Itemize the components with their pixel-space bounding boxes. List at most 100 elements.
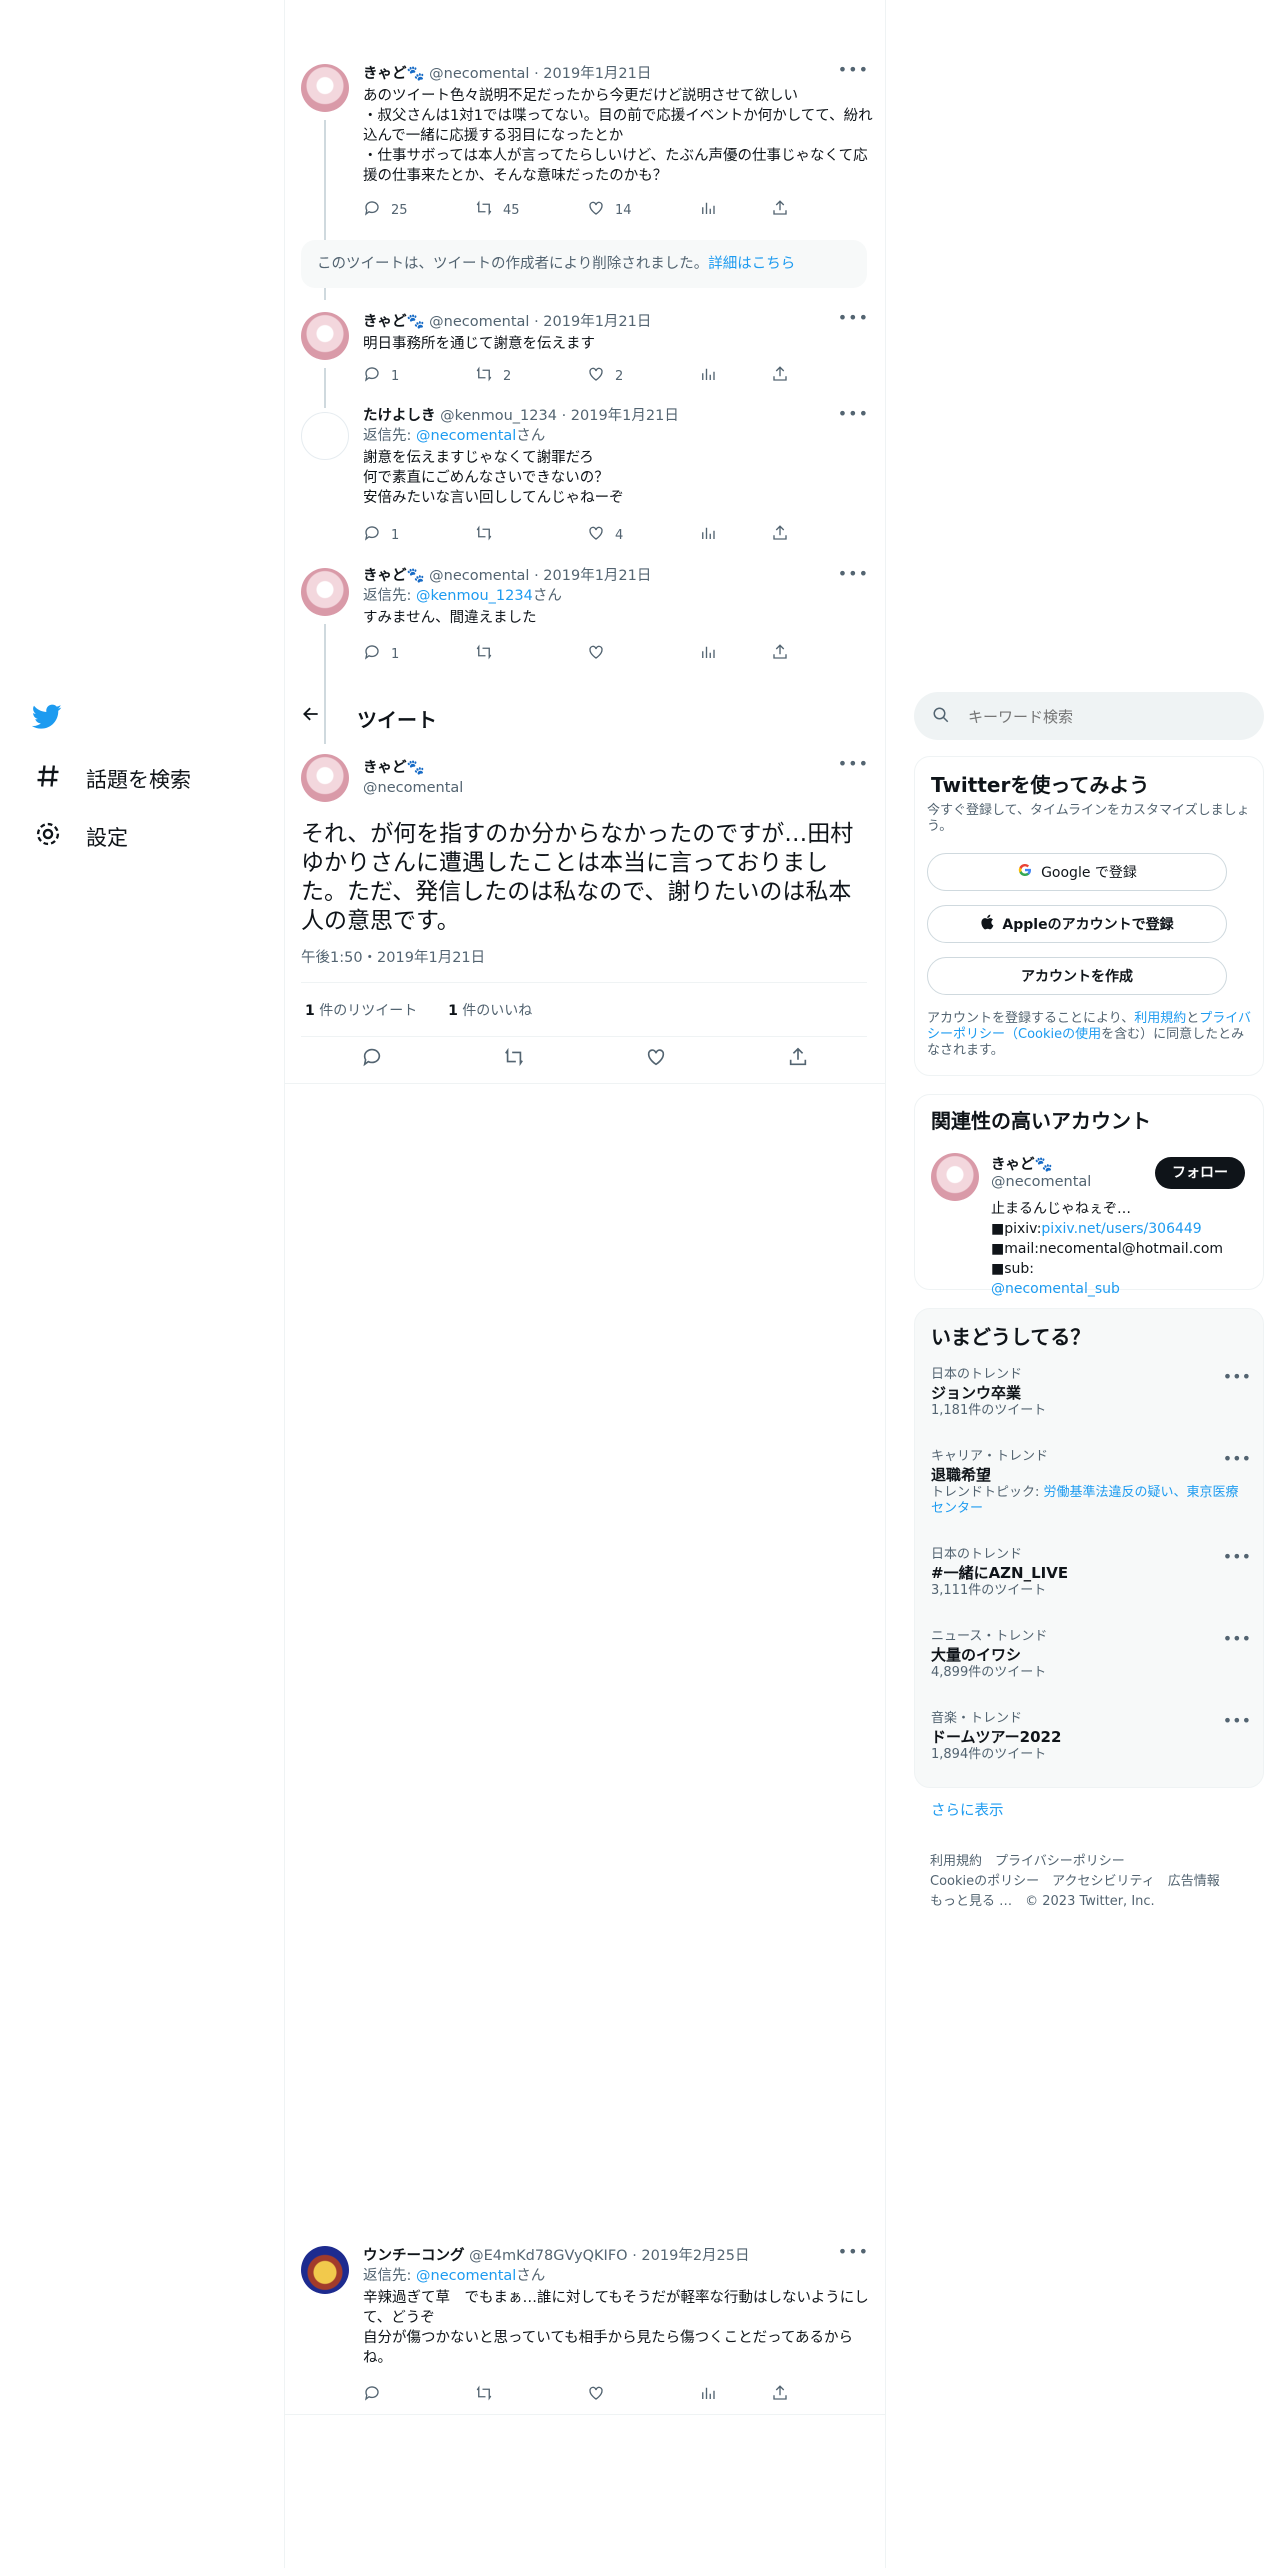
show-more-link[interactable]: さらに表示	[931, 1799, 1004, 1820]
retweet-button[interactable]: 2	[475, 365, 511, 387]
tweet-date[interactable]: 2019年1月21日	[543, 568, 651, 584]
nav-settings[interactable]: 設定	[34, 820, 128, 853]
like-button[interactable]	[587, 2384, 605, 2406]
trend-item[interactable]: 日本のトレンド ジョンウ卒業 1,181件のツイート •••	[931, 1367, 1251, 1419]
trend-count: 1,894件のツイート	[931, 1747, 1047, 1762]
retweet-button[interactable]	[503, 1046, 525, 1072]
like-button[interactable]	[645, 1046, 667, 1072]
nav-explore[interactable]: 話題を検索	[34, 762, 191, 795]
more-icon[interactable]: •••	[838, 60, 869, 79]
avatar[interactable]	[931, 1153, 979, 1201]
bio-pixiv-link[interactable]: pixiv.net/users/306449	[1041, 1221, 1201, 1237]
more-icon[interactable]: •••	[838, 2242, 869, 2261]
more-icon[interactable]: •••	[838, 404, 869, 423]
author-handle[interactable]: @kenmou_1234	[440, 408, 557, 424]
tweet-date[interactable]: 2019年1月21日	[571, 408, 679, 424]
author-name[interactable]: きゃど🐾	[363, 66, 425, 82]
trend-item[interactable]: ニュース・トレンド 大量のイワシ 4,899件のツイート •••	[931, 1629, 1251, 1681]
retweet-button[interactable]	[475, 524, 493, 546]
author-name[interactable]: ウンチーコング	[363, 2248, 465, 2264]
reply-button[interactable]	[363, 2384, 381, 2406]
follow-button[interactable]: フォロー	[1155, 1157, 1245, 1189]
trend-item[interactable]: 日本のトレンド #一緒にAZN_LIVE 3,111件のツイート •••	[931, 1547, 1251, 1599]
retweet-button[interactable]	[475, 2384, 493, 2406]
analytics-button[interactable]	[699, 199, 717, 221]
back-arrow-icon[interactable]	[301, 704, 321, 728]
terms-link[interactable]: 利用規約	[1134, 1011, 1186, 1026]
like-stat[interactable]: 1 件のいいね	[448, 1003, 532, 1019]
like-button[interactable]: 4	[587, 524, 623, 546]
share-button[interactable]	[771, 524, 789, 546]
more-icon[interactable]: •••	[838, 754, 869, 773]
footer-line[interactable]: Cookieのポリシー アクセシビリティ 広告情報	[930, 1872, 1260, 1892]
retweet-button[interactable]: 45	[475, 199, 520, 221]
more-icon[interactable]: •••	[1223, 1449, 1251, 1468]
trend-item[interactable]: キャリア・トレンド 退職希望 トレンドトピック: 労働基準法違反の疑い、東京医療…	[931, 1449, 1251, 1517]
author-name[interactable]: きゃど🐾	[363, 568, 425, 584]
author-handle[interactable]: @necomental	[429, 66, 529, 82]
related-account[interactable]: きゃど🐾 @necomental	[991, 1153, 1091, 1190]
reply-to-link[interactable]: @kenmou_1234	[416, 588, 533, 604]
more-icon[interactable]: •••	[1223, 1711, 1251, 1730]
reply-icon	[363, 2384, 381, 2406]
share-button[interactable]	[771, 199, 789, 221]
analytics-button[interactable]	[699, 365, 717, 387]
search-box[interactable]	[914, 692, 1264, 740]
create-account-button[interactable]: アカウントを作成	[927, 957, 1227, 995]
author-name[interactable]: たけよしき	[363, 408, 436, 424]
reply-button[interactable]: 1	[363, 643, 399, 665]
avatar[interactable]	[301, 64, 349, 112]
author-handle[interactable]: @E4mKd78GVyQKIFO	[469, 2248, 627, 2264]
tweet-timestamp[interactable]: 午後1:50・2019年1月21日	[301, 946, 485, 967]
avatar[interactable]	[301, 568, 349, 616]
reply-to-link[interactable]: @necomental	[416, 2268, 516, 2284]
more-icon[interactable]: •••	[1223, 1367, 1251, 1386]
reply-to-link[interactable]: @necomental	[416, 428, 516, 444]
analytics-button[interactable]	[699, 524, 717, 546]
twitter-logo-icon[interactable]	[31, 704, 62, 734]
author-name[interactable]: きゃど🐾	[363, 314, 425, 330]
apple-signup-button[interactable]: Appleのアカウントで登録	[927, 905, 1227, 943]
retweet-button[interactable]	[475, 643, 493, 665]
reply-tweet[interactable]: ウンチーコング @E4mKd78GVyQKIFO · 2019年2月25日 返信…	[285, 2242, 885, 2396]
tweet-header: きゃど🐾 @necomental · 2019年1月21日	[363, 314, 652, 330]
trend-item[interactable]: 音楽・トレンド ドームツアー2022 1,894件のツイート •••	[931, 1711, 1251, 1763]
analytics-button[interactable]	[699, 643, 717, 665]
avatar[interactable]	[301, 312, 349, 360]
avatar[interactable]	[301, 2246, 349, 2294]
tweet-date[interactable]: 2019年1月21日	[543, 314, 651, 330]
thread-tweet[interactable]: たけよしき @kenmou_1234 · 2019年1月21日 返信先: @ne…	[285, 404, 885, 524]
author-name[interactable]: きゃど🐾	[363, 760, 425, 776]
nav-settings-label: 設定	[86, 825, 128, 850]
footer-line[interactable]: 利用規約 プライバシーポリシー	[930, 1852, 1260, 1872]
reply-button[interactable]: 1	[363, 524, 399, 546]
analytics-button[interactable]	[699, 2384, 717, 2406]
author-handle[interactable]: @necomental	[363, 778, 873, 798]
tweet-date[interactable]: 2019年1月21日	[543, 66, 651, 82]
share-button[interactable]	[787, 1046, 809, 1072]
retweet-stat[interactable]: 1 件のリツイート	[305, 1003, 417, 1019]
bio-sub-link[interactable]: @necomental_sub	[991, 1281, 1120, 1297]
author-handle[interactable]: @necomental	[429, 314, 529, 330]
avatar[interactable]	[301, 412, 349, 460]
share-button[interactable]	[771, 2384, 789, 2406]
search-input[interactable]	[966, 704, 1250, 730]
deleted-notice-link[interactable]: 詳細はこちら	[708, 256, 795, 272]
reply-button[interactable]	[361, 1046, 383, 1072]
footer-line[interactable]: もっと見る … © 2023 Twitter, Inc.	[930, 1892, 1260, 1912]
google-signup-button[interactable]: Google で登録	[927, 853, 1227, 891]
more-icon[interactable]: •••	[1223, 1629, 1251, 1648]
like-button[interactable]: 2	[587, 365, 623, 387]
more-icon[interactable]: •••	[1223, 1547, 1251, 1566]
author-handle[interactable]: @necomental	[429, 568, 529, 584]
like-button[interactable]: 14	[587, 199, 632, 221]
avatar[interactable]	[301, 754, 349, 802]
like-button[interactable]	[587, 643, 605, 665]
share-button[interactable]	[771, 643, 789, 665]
more-icon[interactable]: •••	[838, 564, 869, 583]
reply-button[interactable]: 1	[363, 365, 399, 387]
more-icon[interactable]: •••	[838, 308, 869, 327]
reply-button[interactable]: 25	[363, 199, 408, 221]
share-button[interactable]	[771, 365, 789, 387]
tweet-date[interactable]: 2019年2月25日	[641, 2248, 749, 2264]
